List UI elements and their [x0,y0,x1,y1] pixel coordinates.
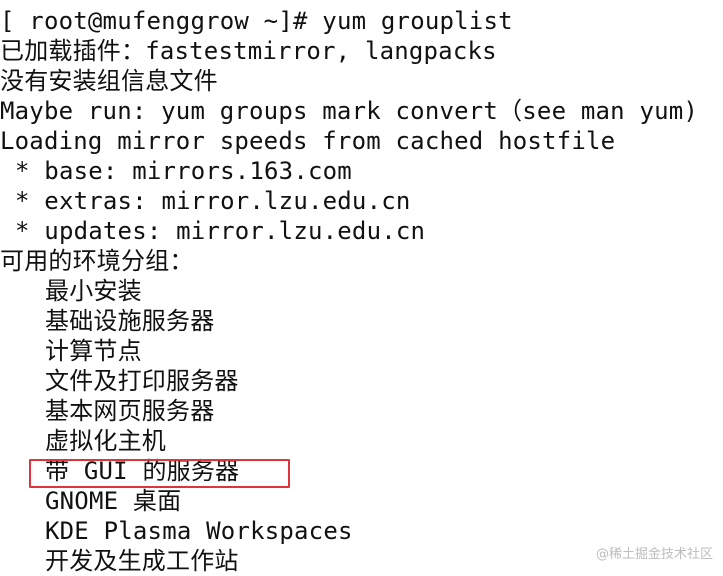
group-item: 文件及打印服务器 [45,367,239,395]
output-line-plugins: 已加载插件：fastestmirror, langpacks [0,37,497,65]
highlight-box [29,459,290,488]
group-item: GNOME 桌面 [45,487,182,515]
group-item: 虚拟化主机 [45,427,166,455]
mirror-line-extras: * extras: mirror.lzu.edu.cn [15,187,411,215]
output-line-loading-mirrors: Loading mirror speeds from cached hostfi… [0,127,616,155]
terminal-output[interactable]: [ root@mufenggrow ~]# yum grouplist 已加载插… [0,6,723,576]
mirror-line-base: * base: mirrors.163.com [15,157,352,185]
command-line: [ root@mufenggrow ~]# yum grouplist [0,6,723,36]
output-line-maybe-run: Maybe run: yum groups mark convert（see m… [0,97,699,125]
group-item: KDE Plasma Workspaces [45,517,353,545]
shell-prompt: [ root@mufenggrow ~]# [0,7,323,35]
group-item: 基础设施服务器 [45,307,215,335]
groups-header: 可用的环境分组： [0,247,194,275]
group-item: 最小安装 [45,277,142,305]
output-line-no-group-info: 没有安装组信息文件 [0,67,218,95]
mirror-line-updates: * updates: mirror.lzu.edu.cn [15,217,426,245]
watermark-text: @稀土掘金技术社区 [595,547,713,562]
group-item: 计算节点 [45,337,142,365]
command-text: yum grouplist [322,7,513,35]
group-item: 基本网页服务器 [45,397,215,425]
